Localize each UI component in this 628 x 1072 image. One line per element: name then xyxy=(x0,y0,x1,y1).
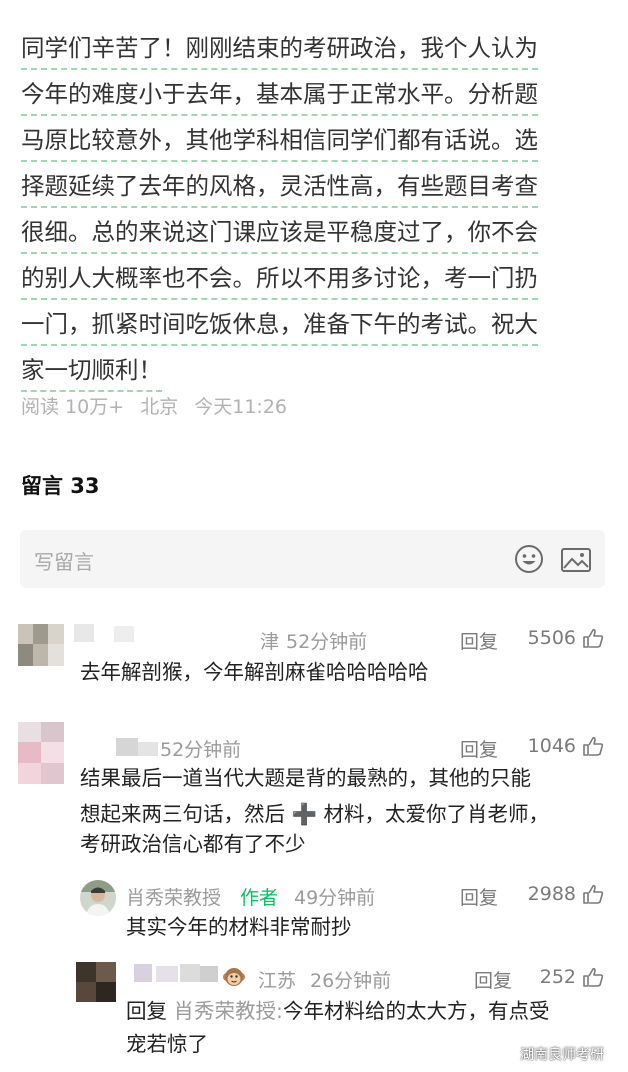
article-meta: 阅读 10万+ 北京 今天11:26 xyxy=(21,392,297,419)
thumbs-up-icon[interactable] xyxy=(582,966,604,988)
sub-reply-text: 回复 肖秀荣教授:今年材料给的太大方，有点受 xyxy=(126,993,549,1029)
like-count: 252 xyxy=(539,966,576,988)
comment-time: 52分钟前 xyxy=(160,739,242,761)
like-count: 5506 xyxy=(527,627,576,649)
comment-time: 52分钟前 xyxy=(286,631,368,653)
article-line: 一门，抓紧时间吃饭休息，准备下午的考试。祝大 xyxy=(21,306,611,352)
smiley-icon[interactable] xyxy=(514,544,544,574)
avatar[interactable] xyxy=(18,624,64,666)
like-count: 2988 xyxy=(527,883,576,905)
thumbs-up-icon[interactable] xyxy=(582,883,604,905)
avatar[interactable] xyxy=(80,880,116,916)
reply-button[interactable]: 回复 xyxy=(460,627,498,654)
article-line: 择题延续了去年的风格，灵活性高，有些题目考查 xyxy=(21,168,611,214)
reply-button[interactable]: 回复 xyxy=(460,883,498,910)
comment-text: 结果最后一道当代大题是背的最熟的，其他的只能 xyxy=(80,766,531,790)
avatar[interactable] xyxy=(18,722,64,784)
write-comment-box[interactable]: 写留言 xyxy=(20,530,605,588)
sub-reply-text-line1: 今年材料给的太大方，有点受 xyxy=(282,999,550,1023)
reply-time: 49分钟前 xyxy=(294,887,376,909)
reply-button[interactable]: 回复 xyxy=(460,735,498,762)
article-line: 的别人大概率也不会。所以不用多讨论，考一门扔 xyxy=(21,260,611,306)
image-icon[interactable] xyxy=(560,546,592,574)
quoted-username[interactable]: 肖秀荣教授: xyxy=(174,999,283,1023)
article-line: 同学们辛苦了！刚刚结束的考研政治，我个人认为 xyxy=(21,30,611,76)
comments-title: 留言 33 xyxy=(21,474,100,498)
like-count: 1046 xyxy=(527,735,576,757)
blurred-username xyxy=(74,624,234,644)
sub-reply-location: 江苏 xyxy=(258,970,297,992)
reply-author-name[interactable]: 肖秀荣教授 xyxy=(126,883,221,910)
reply-text: 其实今年的材料非常耐抄 xyxy=(126,915,352,939)
thumbs-up-icon[interactable] xyxy=(582,735,604,757)
article-body: 同学们辛苦了！刚刚结束的考研政治，我个人认为 今年的难度小于去年，基本属于正常水… xyxy=(21,30,611,398)
watermark: 湖南良师考研 xyxy=(520,1047,604,1063)
monkey-emoji-icon xyxy=(223,968,245,986)
author-tag: 作者 xyxy=(240,887,279,909)
publish-time: 今天11:26 xyxy=(194,396,288,418)
sub-reply-text-line2: 宠若惊了 xyxy=(126,1032,208,1056)
write-comment-placeholder: 写留言 xyxy=(34,550,94,574)
article-line: 很细。总的来说这门课应该是平稳度过了，你不会 xyxy=(21,214,611,260)
reply-button[interactable]: 回复 xyxy=(474,966,512,993)
comment-text: 考研政治信心都有了不少 xyxy=(80,832,306,856)
comment-user-partial[interactable]: 津 xyxy=(260,627,279,654)
avatar[interactable] xyxy=(76,962,116,1002)
thumbs-up-icon[interactable] xyxy=(582,627,604,649)
article-line: 今年的难度小于去年，基本属于正常水平。分析题 xyxy=(21,76,611,122)
read-count: 阅读 10万+ xyxy=(21,396,125,418)
reply-prefix: 回复 xyxy=(126,999,167,1023)
sub-reply-time: 26分钟前 xyxy=(310,970,392,992)
location: 北京 xyxy=(140,396,179,418)
comment-text: 去年解剖猴，今年解剖麻雀哈哈哈哈哈 xyxy=(80,660,429,684)
article-line: 马原比较意外，其他学科相信同学们都有话说。选 xyxy=(21,122,611,168)
blurred-username xyxy=(134,964,220,984)
